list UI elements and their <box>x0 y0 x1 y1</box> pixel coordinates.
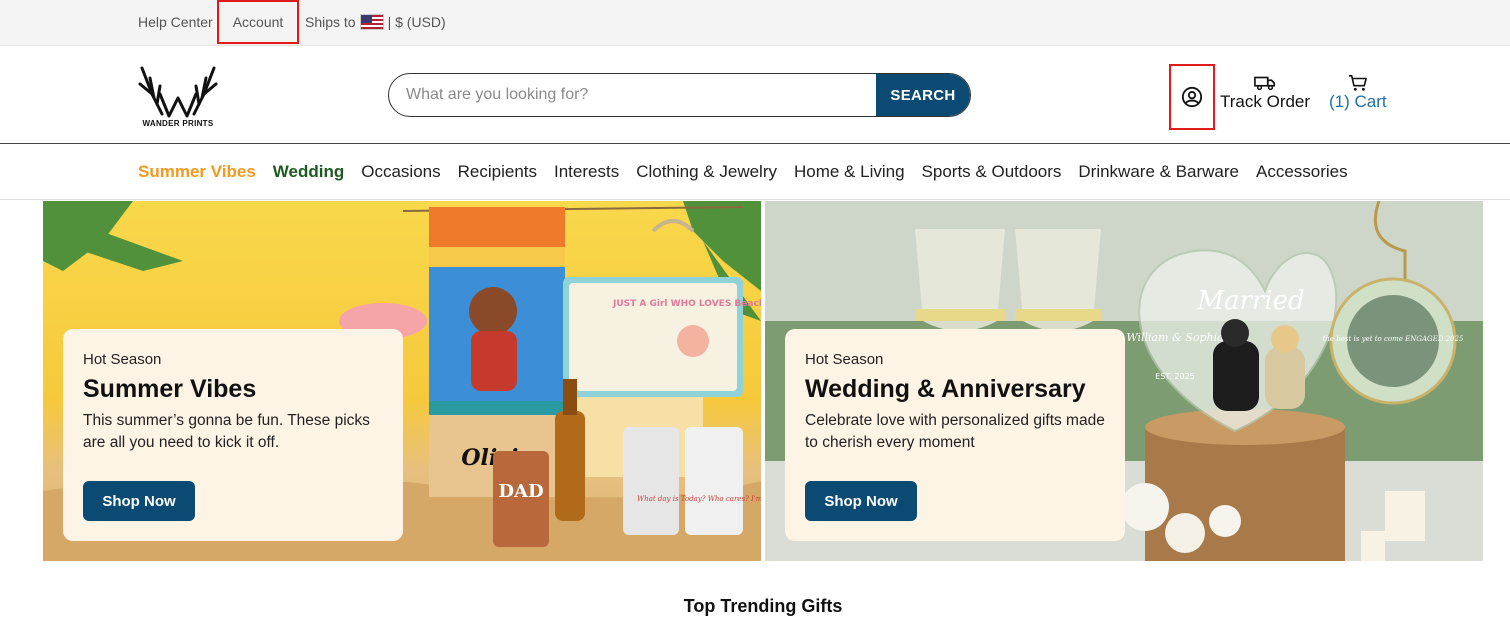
tote-text: JUST A Girl WHO LOVES Beaches <box>612 299 761 309</box>
nav-item-clothing-jewelry[interactable]: Clothing & Jewelry <box>636 162 777 182</box>
koozie-text: DAD <box>498 481 543 502</box>
cart-count: (1) <box>1329 92 1350 111</box>
site-header: WANDER PRINTS SEARCH Track Order (1) Car… <box>0 46 1510 144</box>
search-input[interactable] <box>389 74 876 116</box>
top-trending-gifts-heading: Top Trending Gifts <box>683 596 843 616</box>
top-utility-bar: Help Center Account Ships to | $ (USD) <box>0 0 1510 46</box>
help-center-link[interactable]: Help Center <box>138 14 213 30</box>
track-order-button[interactable]: Track Order <box>1220 74 1310 112</box>
account-button[interactable] <box>1169 64 1215 130</box>
user-circle-icon <box>1181 86 1203 108</box>
wedding-heading: Wedding & Anniversary <box>805 375 1086 403</box>
currency-label: | $ (USD) <box>387 14 446 30</box>
summer-description: This summer’s gonna be fun. These picks … <box>83 412 370 451</box>
nav-item-summer-vibes[interactable]: Summer Vibes <box>138 162 256 182</box>
account-link[interactable]: Account <box>217 0 299 44</box>
logo-wordmark: WANDER PRINTS <box>142 119 214 128</box>
track-order-label: Track Order <box>1220 92 1311 111</box>
nav-item-interests[interactable]: Interests <box>554 162 619 182</box>
ornament-text: the best is yet to come ENGAGED 2025 <box>1323 335 1464 343</box>
us-flag-icon <box>359 14 384 30</box>
logo[interactable]: WANDER PRINTS <box>138 64 218 128</box>
plaque-est-text: EST. 2025 <box>1155 372 1195 381</box>
cart-button[interactable]: (1) Cart <box>1329 74 1387 112</box>
ships-to-selector[interactable]: Ships to | $ (USD) <box>305 14 446 30</box>
summer-vibes-banner[interactable]: Olivia JUST A Girl WHO LOVES Beaches DAD… <box>43 201 761 561</box>
wedding-banner[interactable]: Married William & Sophia EST. 2025 the b… <box>765 201 1483 561</box>
nav-item-accessories[interactable]: Accessories <box>1256 162 1348 182</box>
wedding-description: Celebrate love with personalized gifts m… <box>805 412 1105 451</box>
plaque-names-text: William & Sophia <box>1126 331 1223 344</box>
wedding-shop-now-button[interactable]: Shop Now <box>805 481 917 521</box>
wedding-eyebrow: Hot Season <box>805 351 884 368</box>
plaque-title-text: Married <box>1196 286 1304 316</box>
antlers-logo-icon <box>138 66 218 118</box>
summer-shop-now-button[interactable]: Shop Now <box>83 481 195 521</box>
nav-item-occasions[interactable]: Occasions <box>361 162 440 182</box>
tumbler-text: What day is Today? Who cares? I'm Retire… <box>637 495 761 503</box>
nav-item-recipients[interactable]: Recipients <box>458 162 537 182</box>
cart-icon <box>1348 74 1367 91</box>
truck-icon <box>1254 76 1276 91</box>
main-nav: Summer Vibes Wedding Occasions Recipient… <box>0 144 1510 200</box>
search-bar: SEARCH <box>388 73 971 117</box>
summer-vibes-card: Hot Season Summer Vibes This summer’s go… <box>63 329 403 541</box>
wedding-card: Hot Season Wedding & Anniversary Celebra… <box>785 329 1125 541</box>
summer-eyebrow: Hot Season <box>83 351 162 368</box>
nav-item-home-living[interactable]: Home & Living <box>794 162 905 182</box>
search-button[interactable]: SEARCH <box>876 74 970 116</box>
nav-list: Summer Vibes Wedding Occasions Recipient… <box>138 162 1348 182</box>
nav-item-wedding[interactable]: Wedding <box>273 162 344 182</box>
ships-to-label: Ships to <box>305 14 356 30</box>
summer-heading: Summer Vibes <box>83 375 257 403</box>
nav-item-sports-outdoors[interactable]: Sports & Outdoors <box>922 162 1062 182</box>
cart-label: Cart <box>1354 92 1387 111</box>
nav-item-drinkware-barware[interactable]: Drinkware & Barware <box>1078 162 1239 182</box>
